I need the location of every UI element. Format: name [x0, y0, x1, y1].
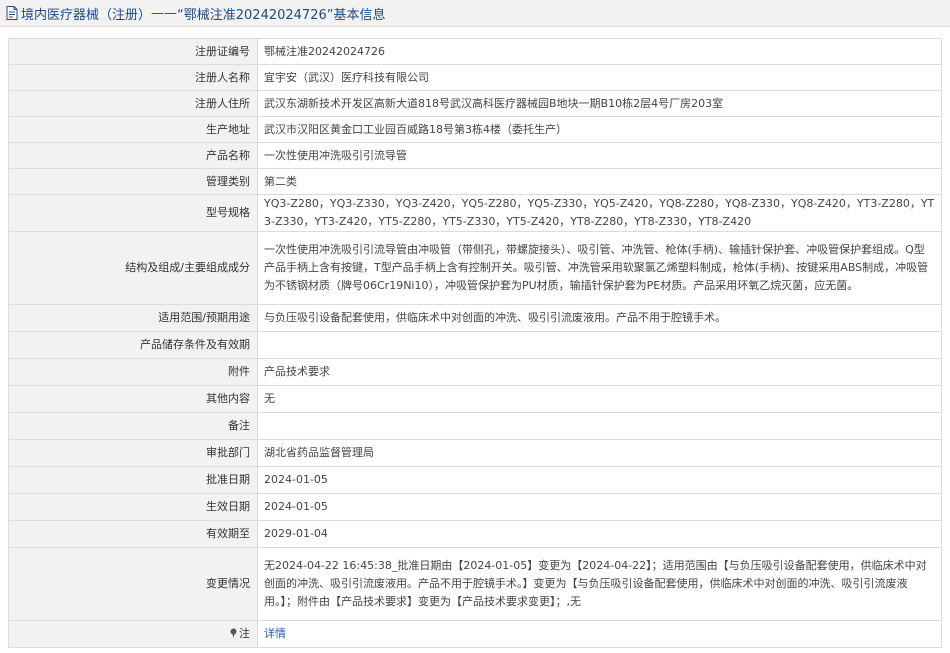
field-label: 生效日期: [8, 493, 258, 521]
table-row: 注 详情: [8, 620, 942, 648]
table-row: 结构及组成/主要组成成分 一次性使用冲洗吸引引流导管由冲吸管（带侧孔，带螺旋接头…: [8, 231, 942, 305]
table-row: 注册证编号 鄂械注准20242024726: [8, 38, 942, 65]
field-value: [257, 412, 942, 440]
table-row: 产品储存条件及有效期: [8, 331, 942, 359]
field-value: 2024-01-05: [257, 493, 942, 521]
page-header: 境内医疗器械（注册） —— “鄂械注准20242024726”基本信息: [0, 0, 950, 27]
field-value: 与负压吸引设备配套使用，供临床术中对创面的冲洗、吸引引流废液用。产品不用于腔镜手…: [257, 304, 942, 332]
field-value: 无: [257, 385, 942, 413]
table-row: 审批部门 湖北省药品监督管理局: [8, 439, 942, 467]
field-value: 武汉市汉阳区黄金口工业园百威路18号第3栋4楼（委托生产）: [257, 116, 942, 143]
registration-info-table: 注册证编号 鄂械注准20242024726 注册人名称 宜宇安（武汉）医疗科技有…: [8, 38, 942, 648]
table-row: 附件 产品技术要求: [8, 358, 942, 386]
field-value: 鄂械注准20242024726: [257, 38, 942, 65]
field-label: 适用范围/预期用途: [8, 304, 258, 332]
field-label: 产品储存条件及有效期: [8, 331, 258, 359]
field-value: 无2024-04-22 16:45:38_批准日期由【2024-01-05】变更…: [257, 547, 942, 621]
field-value: 产品技术要求: [257, 358, 942, 386]
breadcrumb-separator: ——: [151, 5, 178, 21]
field-label: 结构及组成/主要组成成分: [8, 231, 258, 305]
field-label: 生产地址: [8, 116, 258, 143]
table-row: 生效日期 2024-01-05: [8, 493, 942, 521]
field-value: 一次性使用冲洗吸引引流导管由冲吸管（带侧孔，带螺旋接头）、吸引管、冲洗管、枪体(…: [257, 231, 942, 305]
field-label: 批准日期: [8, 466, 258, 494]
field-value: 湖北省药品监督管理局: [257, 439, 942, 467]
table-row: 注册人住所 武汉东湖新技术开发区高新大道818号武汉高科医疗器械园B地块一期B1…: [8, 90, 942, 117]
field-value: 宜宇安（武汉）医疗科技有限公司: [257, 64, 942, 91]
field-label: 备注: [8, 412, 258, 440]
field-value: YQ3-Z280，YQ3-Z330，YQ3-Z420，YQ5-Z280，YQ5-…: [257, 194, 942, 232]
note-label: 注: [8, 620, 258, 648]
table-row: 产品名称 一次性使用冲洗吸引引流导管: [8, 142, 942, 169]
table-row: 变更情况 无2024-04-22 16:45:38_批准日期由【2024-01-…: [8, 547, 942, 621]
field-label: 注册证编号: [8, 38, 258, 65]
table-row: 注册人名称 宜宇安（武汉）医疗科技有限公司: [8, 64, 942, 91]
table-row: 备注: [8, 412, 942, 440]
field-label: 型号规格: [8, 194, 258, 232]
field-label: 有效期至: [8, 520, 258, 548]
field-value: 一次性使用冲洗吸引引流导管: [257, 142, 942, 169]
field-value: 2029-01-04: [257, 520, 942, 548]
field-label: 附件: [8, 358, 258, 386]
table-row: 批准日期 2024-01-05: [8, 466, 942, 494]
field-value: 详情: [257, 620, 942, 648]
table-row: 管理类别 第二类: [8, 168, 942, 195]
field-value: [257, 331, 942, 359]
note-label-text: 注: [239, 627, 250, 640]
table-row: 型号规格 YQ3-Z280，YQ3-Z330，YQ3-Z420，YQ5-Z280…: [8, 194, 942, 232]
field-value: 第二类: [257, 168, 942, 195]
table-row: 其他内容 无: [8, 385, 942, 413]
field-label: 审批部门: [8, 439, 258, 467]
field-label: 产品名称: [8, 142, 258, 169]
field-label: 变更情况: [8, 547, 258, 621]
field-label: 管理类别: [8, 168, 258, 195]
field-label: 其他内容: [8, 385, 258, 413]
field-value: 武汉东湖新技术开发区高新大道818号武汉高科医疗器械园B地块一期B10栋2层4号…: [257, 90, 942, 117]
pin-icon: [230, 628, 237, 638]
field-label: 注册人名称: [8, 64, 258, 91]
table-row: 生产地址 武汉市汉阳区黄金口工业园百威路18号第3栋4楼（委托生产）: [8, 116, 942, 143]
table-row: 适用范围/预期用途 与负压吸引设备配套使用，供临床术中对创面的冲洗、吸引引流废液…: [8, 304, 942, 332]
document-icon: [6, 6, 18, 20]
details-link[interactable]: 详情: [264, 627, 286, 640]
page-title: “鄂械注准20242024726”基本信息: [177, 7, 386, 23]
table-row: 有效期至 2029-01-04: [8, 520, 942, 548]
field-label: 注册人住所: [8, 90, 258, 117]
breadcrumb-category[interactable]: 境内医疗器械（注册）: [21, 4, 151, 23]
field-value: 2024-01-05: [257, 466, 942, 494]
